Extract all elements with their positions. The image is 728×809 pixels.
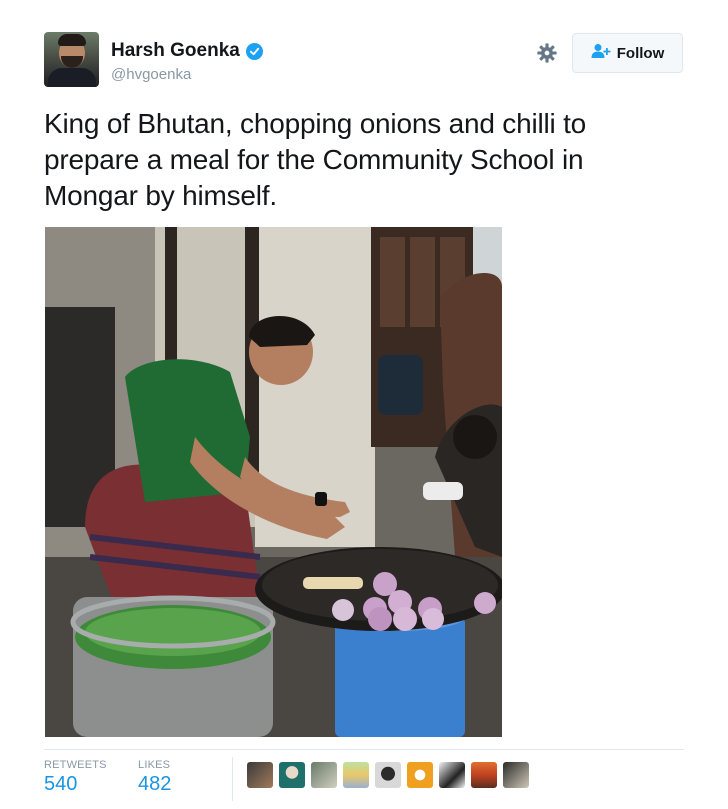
- likes-stat[interactable]: LIKES 482: [138, 757, 232, 801]
- author-name[interactable]: Harsh Goenka: [111, 40, 240, 62]
- verified-icon: [245, 42, 263, 60]
- liker-avatar[interactable]: [471, 762, 497, 788]
- liker-avatar[interactable]: [407, 762, 433, 788]
- liker-avatar[interactable]: [279, 762, 305, 788]
- retweets-label: RETWEETS: [44, 759, 107, 771]
- likes-label: LIKES: [138, 759, 171, 771]
- liker-avatar[interactable]: [343, 762, 369, 788]
- author-avatar[interactable]: [44, 32, 99, 87]
- liker-avatar[interactable]: [311, 762, 337, 788]
- tweet-photo[interactable]: [45, 227, 502, 737]
- liker-avatar[interactable]: [247, 762, 273, 788]
- liker-avatar[interactable]: [503, 762, 529, 788]
- tweet-text: King of Bhutan, chopping onions and chil…: [44, 108, 587, 211]
- follow-label: Follow: [616, 44, 665, 62]
- author-handle[interactable]: @hvgoenka: [111, 66, 191, 83]
- retweets-stat[interactable]: RETWEETS 540: [44, 757, 138, 801]
- liker-avatar[interactable]: [439, 762, 465, 788]
- photo-illustration: [45, 227, 502, 737]
- tweet-stats: RETWEETS 540 LIKES 482: [44, 757, 232, 801]
- stats-divider: [44, 749, 684, 750]
- follow-button[interactable]: Follow: [572, 33, 683, 73]
- liker-avatar[interactable]: [375, 762, 401, 788]
- tweet-header: Harsh Goenka @hvgoenka Follow: [44, 32, 684, 92]
- follow-user-icon: [591, 43, 611, 63]
- gear-icon[interactable]: [536, 42, 558, 64]
- retweets-count: 540: [44, 773, 78, 795]
- liker-avatars: [247, 762, 529, 788]
- author-name-row[interactable]: Harsh Goenka: [111, 40, 263, 62]
- stats-separator: [232, 757, 233, 801]
- likes-count: 482: [138, 773, 172, 795]
